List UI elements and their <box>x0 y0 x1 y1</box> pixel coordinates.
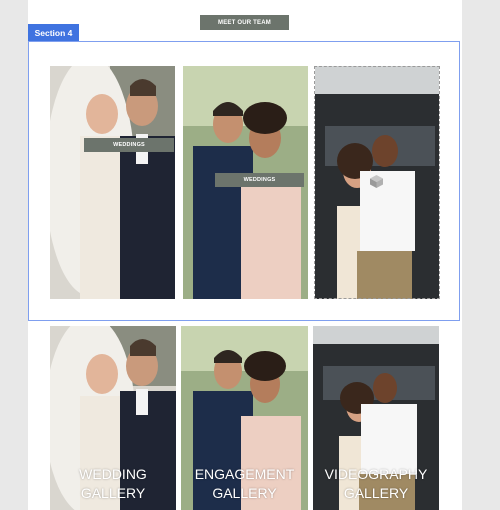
wedding-photo[interactable] <box>50 66 175 299</box>
section-label-tag[interactable]: Section 4 <box>28 24 79 41</box>
videography-gallery-label[interactable]: VIDEOGRAPHY GALLERY <box>313 465 439 503</box>
engagement-gallery-label[interactable]: ENGAGEMENT GALLERY <box>181 465 308 503</box>
wedding-gallery-label[interactable]: WEDDING GALLERY <box>50 465 176 503</box>
weddings-button[interactable]: WEDDINGS <box>84 138 174 152</box>
weddings-button[interactable]: WEDDINGS <box>215 173 304 187</box>
meet-our-team-button[interactable]: MEET OUR TEAM <box>200 15 289 30</box>
cube-icon <box>369 174 384 189</box>
